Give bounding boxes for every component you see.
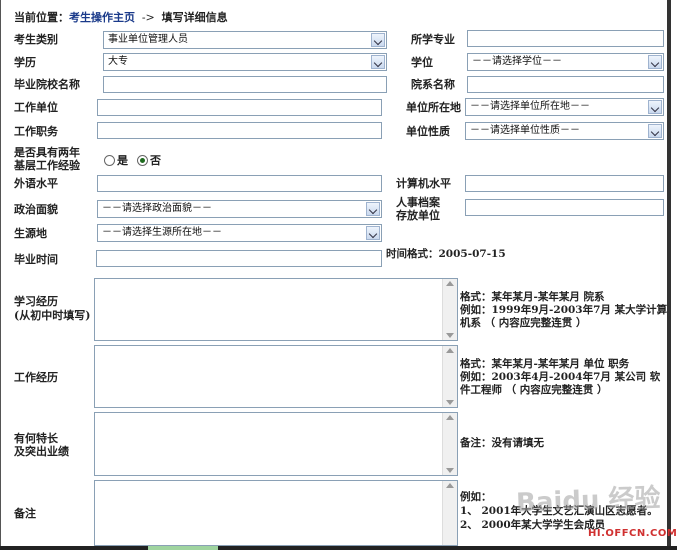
grad-time-label: 毕业时间 — [14, 253, 58, 266]
foreign-lang-label: 外语水平 — [14, 177, 58, 190]
grassroots-label-line1: 是否具有两年 — [14, 146, 80, 159]
scroll-down-icon[interactable] — [446, 333, 454, 338]
chevron-down-icon[interactable] — [371, 33, 385, 47]
department-input[interactable] — [467, 76, 664, 93]
bottom-green-tab — [148, 546, 218, 550]
scroll-up-icon[interactable] — [446, 281, 454, 286]
radio-no-label: 否 — [150, 154, 161, 167]
breadcrumb: 当前位置：考生操作主页 -> 填写详细信息 — [14, 9, 228, 25]
employer-location-select[interactable]: －－请选择单位所在地－－ — [465, 98, 664, 116]
breadcrumb-current: 填写详细信息 — [161, 11, 228, 24]
education-label: 学历 — [14, 56, 36, 69]
radio-no-selected-icon[interactable] — [137, 154, 148, 166]
chevron-down-icon[interactable] — [648, 55, 662, 69]
scroll-down-icon[interactable] — [446, 400, 454, 405]
education-select[interactable]: 大专 — [103, 53, 387, 71]
political-select[interactable]: －－请选择政治面貌－－ — [97, 200, 382, 218]
archive-label-line1: 人事档案 — [396, 196, 440, 209]
scrollbar[interactable] — [442, 346, 457, 407]
scrollbar[interactable] — [442, 413, 457, 475]
chevron-down-icon[interactable] — [371, 55, 385, 69]
scroll-up-icon[interactable] — [446, 348, 454, 353]
political-label: 政治面貌 — [14, 203, 58, 216]
work-label: 工作经历 — [14, 371, 58, 384]
work-note-line1: 格式：某年某月-某年某月 单位 职务 — [460, 358, 630, 370]
employer-type-select[interactable]: －－请选择单位性质－－ — [465, 122, 664, 140]
major-label: 所学专业 — [411, 33, 455, 46]
grassroots-label-line2: 基层工作经验 — [14, 159, 80, 172]
bottom-bar — [0, 546, 677, 550]
category-select-value: 事业单位管理人员 — [108, 34, 188, 45]
chevron-down-icon[interactable] — [366, 226, 380, 240]
skills-note: 备注：没有请填无 — [460, 437, 544, 449]
scrollbar[interactable] — [442, 279, 457, 340]
archive-label-line2: 存放单位 — [396, 209, 440, 222]
employer-input[interactable] — [97, 99, 382, 116]
computer-input[interactable] — [465, 175, 664, 192]
origin-select[interactable]: －－请选择生源所在地－－ — [97, 224, 382, 242]
department-label: 院系名称 — [411, 78, 455, 91]
degree-label: 学位 — [411, 56, 433, 69]
breadcrumb-prefix: 当前位置： — [14, 11, 69, 24]
chevron-down-icon[interactable] — [366, 202, 380, 216]
remarks-label: 备注 — [14, 507, 36, 520]
school-input[interactable] — [103, 76, 387, 93]
remarks-note-line3: 2、 2000年某大学学生会成员 — [460, 519, 606, 531]
study-label-line2: (从初中时填写) — [14, 309, 91, 322]
employer-type-label: 单位性质 — [406, 125, 450, 138]
school-label: 毕业院校名称 — [14, 78, 80, 91]
radio-yes[interactable]: 是 — [104, 152, 128, 168]
work-note-line2: 例如：2003年4月-2004年7月 某公司 软 — [460, 371, 661, 383]
job-title-input[interactable] — [97, 122, 382, 139]
baidu-watermark: Baidu 经验 — [515, 483, 662, 519]
skills-textarea[interactable] — [94, 412, 458, 476]
scroll-up-icon[interactable] — [446, 483, 454, 488]
study-note-line1: 格式：某年某月-某年某月 院系 — [460, 291, 605, 303]
radio-no[interactable]: 否 — [137, 152, 161, 168]
skills-label-line1: 有何特长 — [14, 432, 58, 445]
degree-select-value: －－请选择学位－－ — [472, 56, 562, 67]
employer-location-label: 单位所在地 — [406, 101, 461, 114]
employer-type-select-value: －－请选择单位性质－－ — [470, 125, 580, 136]
category-label: 考生类别 — [14, 33, 58, 46]
time-format-hint: 时间格式：2005-07-15 — [386, 248, 506, 260]
origin-select-value: －－请选择生源所在地－－ — [102, 227, 222, 238]
scroll-down-icon[interactable] — [446, 468, 454, 473]
scrollbar[interactable] — [442, 481, 457, 545]
education-select-value: 大专 — [108, 56, 128, 67]
radio-yes-label: 是 — [117, 154, 128, 167]
remarks-note-line1: 例如： — [460, 491, 492, 503]
breadcrumb-home-link[interactable]: 考生操作主页 — [69, 11, 135, 24]
site-watermark: HI.OFFCN.COM — [588, 528, 677, 539]
remarks-textarea[interactable] — [94, 480, 458, 546]
breadcrumb-arrow: -> — [141, 11, 155, 24]
grad-time-input[interactable] — [96, 250, 382, 267]
foreign-lang-input[interactable] — [97, 175, 382, 192]
study-note-line3: 机系 （ 内容应完整连贯 ） — [460, 317, 587, 329]
chevron-down-icon[interactable] — [648, 124, 662, 138]
work-textarea[interactable] — [94, 345, 458, 408]
computer-label: 计算机水平 — [396, 177, 451, 190]
radio-yes-icon[interactable] — [104, 154, 115, 166]
employer-label: 工作单位 — [14, 101, 58, 114]
study-label-line1: 学习经历 — [14, 295, 58, 308]
degree-select[interactable]: －－请选择学位－－ — [467, 53, 664, 71]
work-note-line3: 件工程师 （ 内容应完整连贯 ） — [460, 384, 608, 396]
political-select-value: －－请选择政治面貌－－ — [102, 203, 212, 214]
chevron-down-icon[interactable] — [648, 100, 662, 114]
employer-location-select-value: －－请选择单位所在地－－ — [470, 101, 590, 112]
major-input[interactable] — [467, 30, 664, 47]
scroll-up-icon[interactable] — [446, 415, 454, 420]
study-textarea[interactable] — [94, 278, 458, 341]
origin-label: 生源地 — [14, 227, 47, 240]
study-note-line2: 例如：1999年9月-2003年7月 某大学计算 — [460, 304, 668, 316]
archive-input[interactable] — [465, 199, 664, 216]
job-title-label: 工作职务 — [14, 125, 58, 138]
category-select[interactable]: 事业单位管理人员 — [103, 31, 387, 49]
skills-label-line2: 及突出业绩 — [14, 445, 69, 458]
